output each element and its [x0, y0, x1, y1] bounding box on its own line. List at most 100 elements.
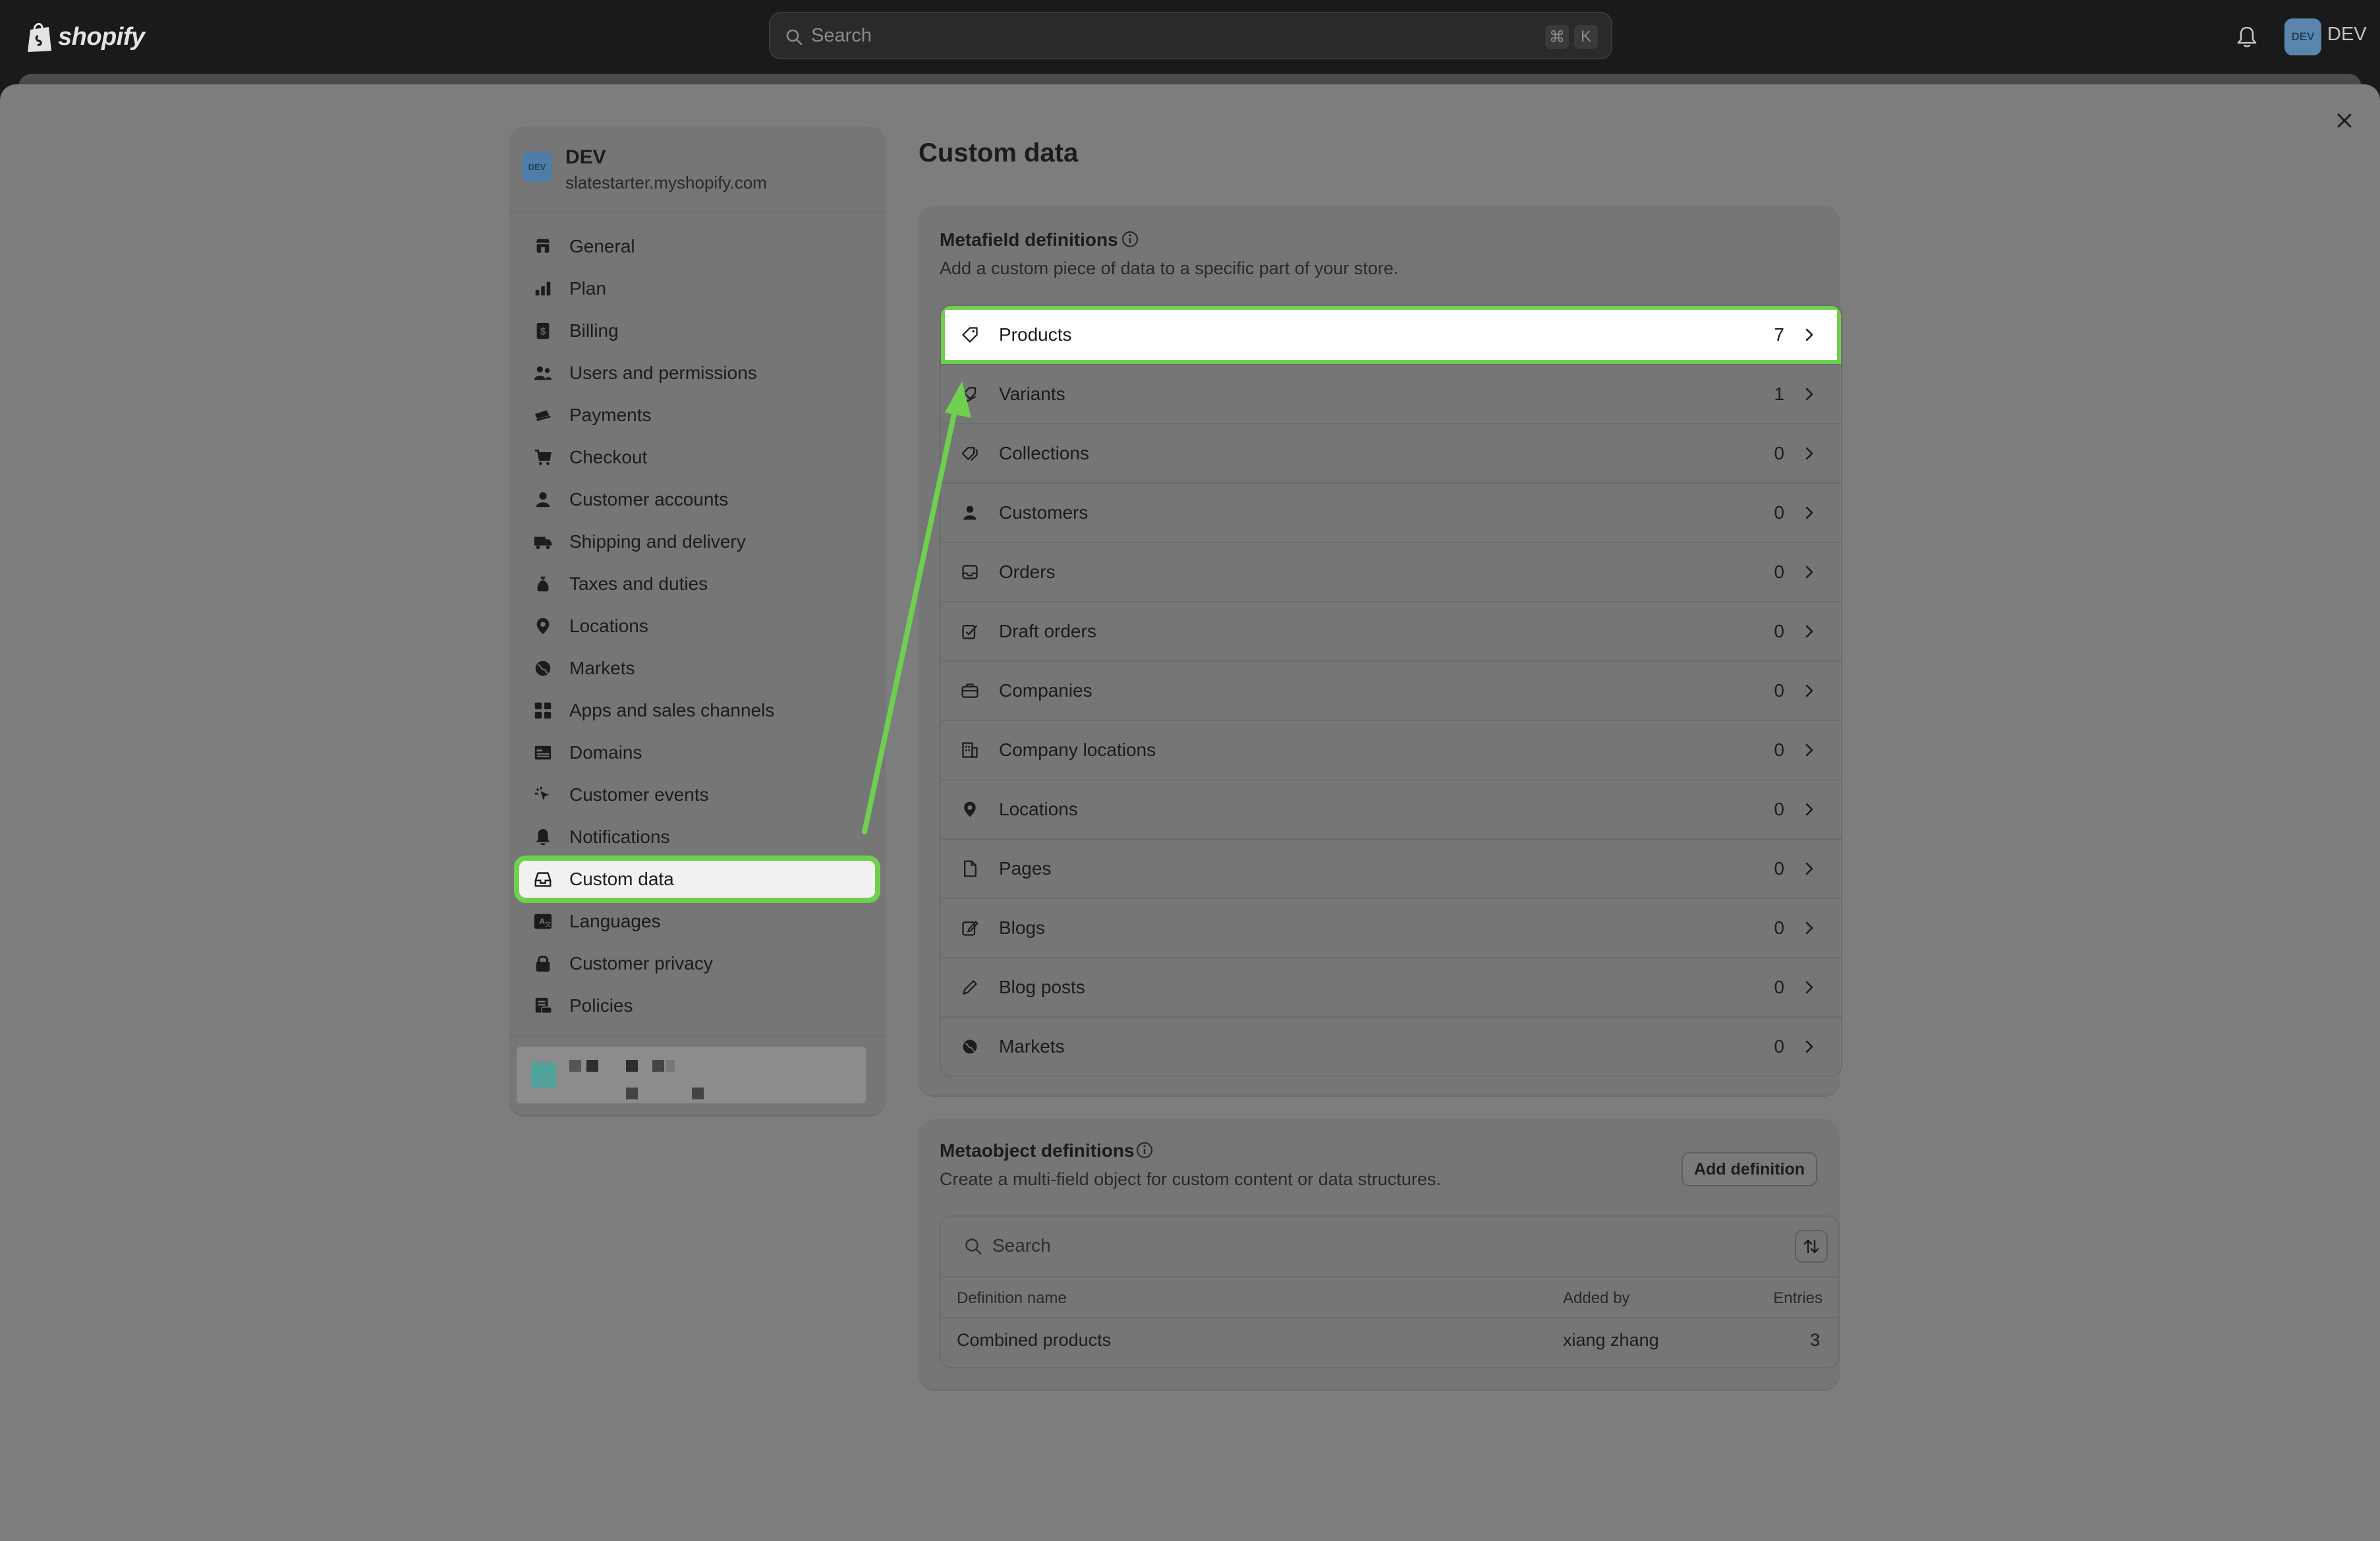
sidebar-item-languages[interactable]: A 文 Languages [517, 900, 878, 943]
sidebar-item-notifications[interactable]: Notifications [517, 816, 878, 858]
sidebar-item-markets[interactable]: Markets [517, 647, 878, 689]
column-header-added-by[interactable]: Added by [1563, 1289, 1629, 1308]
column-header-definition-name[interactable]: Definition name [957, 1289, 1067, 1308]
metafield-row-count: 0 [1774, 621, 1784, 641]
sidebar-item-taxes-and-duties[interactable]: Taxes and duties [517, 563, 878, 605]
top-bar: shopify Search ⌘ K DEV DEV [0, 0, 2380, 74]
sidebar-item-policies[interactable]: Policies [517, 985, 878, 1027]
sidebar-item-label: General [569, 236, 635, 256]
location-icon [959, 799, 980, 820]
metaobject-definitions-title: Metaobject definitions [940, 1140, 1135, 1161]
definition-name-cell[interactable]: Combined products [957, 1330, 1111, 1351]
lock-icon [531, 952, 555, 975]
variants-icon [959, 384, 980, 405]
sidebar-item-customer-events[interactable]: Customer events [517, 774, 878, 816]
cart-icon [531, 446, 555, 469]
metafield-row-pages[interactable]: Pages 0 [941, 838, 1841, 898]
metafield-row-customers[interactable]: Customers 0 [941, 482, 1841, 542]
sidebar-item-label: Locations [569, 616, 648, 636]
metafield-row-collections[interactable]: Collections 0 [941, 423, 1841, 482]
sidebar-item-users-and-permissions[interactable]: Users and permissions [517, 352, 878, 394]
search-icon [786, 29, 803, 45]
nav-divider [509, 1035, 886, 1036]
sidebar-item-label: Plan [569, 278, 607, 299]
add-definition-button[interactable]: Add definition [1682, 1152, 1817, 1186]
metafield-row-label: Markets [999, 1036, 1065, 1057]
sidebar-item-label: Checkout [569, 447, 648, 467]
metafield-row-company-locations[interactable]: Company locations 0 [941, 720, 1841, 779]
store-avatar: DEV [522, 152, 552, 182]
sort-button[interactable] [1795, 1230, 1828, 1263]
metafield-row-label: Companies [999, 680, 1092, 701]
notifications-bell-icon[interactable] [2234, 24, 2260, 50]
metafield-row-orders[interactable]: Orders 0 [941, 542, 1841, 601]
account-avatar[interactable]: DEV [2284, 18, 2321, 55]
metafield-row-blogs[interactable]: Blogs 0 [941, 898, 1841, 957]
chevron-right-icon [1805, 1040, 1813, 1053]
tag-icon [959, 324, 980, 345]
sidebar-item-label: Payments [569, 405, 652, 425]
sidebar-item-customer-accounts[interactable]: Customer accounts [517, 479, 878, 521]
bell-icon [531, 825, 555, 849]
billing-icon: $ [531, 319, 555, 343]
global-search-input[interactable]: Search ⌘ K [769, 12, 1612, 59]
entries-cell: 3 [1809, 1330, 1820, 1350]
metafield-row-label: Customers [999, 502, 1089, 523]
sidebar-item-general[interactable]: General [517, 225, 878, 268]
metafield-definitions-card: Metafield definitions Add a custom piece… [919, 206, 1842, 1095]
chevron-right-icon [1805, 506, 1813, 519]
sidebar-item-label: Customer events [569, 784, 709, 805]
metafield-row-label: Blog posts [999, 977, 1085, 997]
truck-icon [531, 530, 555, 554]
metafield-row-markets[interactable]: Markets 0 [941, 1016, 1841, 1076]
globe-icon [531, 656, 555, 680]
close-button[interactable] [2328, 104, 2361, 137]
sidebar-item-plan[interactable]: Plan [517, 268, 878, 310]
logo-text: shopify [58, 22, 145, 51]
metaobject-search-input[interactable]: Search [941, 1217, 1838, 1277]
metafield-row-variants[interactable]: Variants 1 [941, 364, 1841, 423]
sidebar-item-label: Domains [569, 742, 642, 763]
metafield-row-label: Collections [999, 443, 1089, 463]
metafield-row-count: 0 [1774, 443, 1784, 463]
sort-icon [1803, 1239, 1819, 1254]
sidebar-item-label: Users and permissions [569, 363, 757, 383]
sidebar-item-domains[interactable]: Domains [517, 732, 878, 774]
store-header[interactable]: DEV DEV slatestarter.myshopify.com [509, 127, 886, 212]
pixelated-app-banner[interactable] [517, 1047, 866, 1103]
sidebar-item-customer-privacy[interactable]: Customer privacy [517, 943, 878, 985]
metafield-row-label: Products [999, 324, 1072, 345]
metafield-definitions-subtitle: Add a custom piece of data to a specific… [940, 258, 1399, 278]
metafield-row-label: Variants [999, 384, 1065, 404]
search-icon [965, 1238, 982, 1255]
sidebar-item-label: Taxes and duties [569, 573, 708, 594]
table-divider [941, 1317, 1838, 1318]
globe-icon [959, 1036, 980, 1057]
chevron-right-icon [1805, 981, 1813, 994]
chevron-right-icon [1805, 388, 1813, 401]
metafield-row-count: 0 [1774, 680, 1784, 701]
metafield-row-companies[interactable]: Companies 0 [941, 660, 1841, 720]
sidebar-item-custom-data[interactable]: Custom data [514, 856, 880, 903]
settings-sidebar: DEV DEV slatestarter.myshopify.com Gener… [509, 127, 886, 1115]
account-name[interactable]: DEV [2327, 24, 2367, 45]
metafield-row-products[interactable]: Products 7 [941, 306, 1841, 365]
sidebar-item-apps-and-sales-channels[interactable]: Apps and sales channels [517, 689, 878, 732]
sidebar-item-billing[interactable]: $ Billing [517, 310, 878, 352]
chevron-right-icon [1805, 743, 1813, 757]
sidebar-item-payments[interactable]: Payments [517, 394, 878, 436]
shortcut-k-key: K [1574, 25, 1598, 49]
metafield-row-locations[interactable]: Locations 0 [941, 779, 1841, 838]
store-icon [531, 235, 555, 258]
metafield-row-draft-orders[interactable]: Draft orders 0 [941, 601, 1841, 660]
metaobject-table: Search Definition name Added by Entries … [940, 1215, 1840, 1368]
sidebar-item-locations[interactable]: Locations [517, 605, 878, 647]
metafield-row-count: 0 [1774, 502, 1784, 523]
sidebar-item-shipping-and-delivery[interactable]: Shipping and delivery [517, 521, 878, 563]
shopify-logo[interactable]: shopify [25, 18, 145, 55]
info-icon[interactable] [1135, 1140, 1154, 1160]
info-icon[interactable] [1120, 229, 1140, 249]
column-header-entries[interactable]: Entries [1773, 1289, 1823, 1308]
metafield-row-blog-posts[interactable]: Blog posts 0 [941, 957, 1841, 1016]
sidebar-item-checkout[interactable]: Checkout [517, 436, 878, 479]
